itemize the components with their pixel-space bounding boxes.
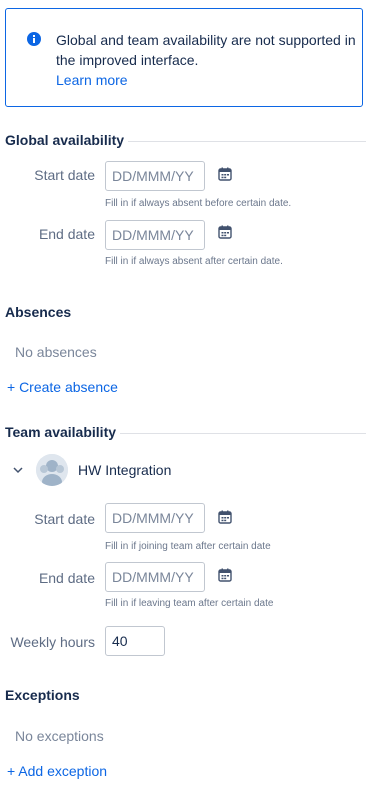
create-absence-link[interactable]: + Create absence bbox=[7, 379, 118, 395]
team-avatar bbox=[36, 454, 68, 486]
team-start-date-input[interactable]: DD/MMM/YY bbox=[105, 503, 205, 533]
team-start-help: Fill in if joining team after certain da… bbox=[105, 541, 271, 552]
absences-empty: No absences bbox=[15, 344, 97, 360]
calendar-icon[interactable] bbox=[218, 167, 232, 181]
team-end-help: Fill in if leaving team after certain da… bbox=[105, 598, 274, 609]
exceptions-empty: No exceptions bbox=[15, 728, 104, 744]
calendar-icon[interactable] bbox=[218, 510, 232, 524]
global-start-date-input[interactable]: DD/MMM/YY bbox=[105, 161, 205, 191]
calendar-icon[interactable] bbox=[218, 568, 232, 582]
team-divider bbox=[120, 433, 366, 434]
team-start-label: Start date bbox=[34, 511, 95, 527]
absences-title: Absences bbox=[5, 304, 72, 320]
learn-more-link[interactable]: Learn more bbox=[56, 72, 128, 88]
banner-message: Global and team availability are not sup… bbox=[56, 30, 356, 90]
global-end-date-input[interactable]: DD/MMM/YY bbox=[105, 220, 205, 250]
banner-message-text: Global and team availability are not sup… bbox=[56, 32, 356, 68]
global-end-help: Fill in if always absent after certain d… bbox=[105, 256, 283, 267]
chevron-down-icon[interactable] bbox=[13, 466, 23, 474]
team-end-label: End date bbox=[38, 570, 95, 586]
global-end-label: End date bbox=[38, 226, 95, 242]
exceptions-title: Exceptions bbox=[5, 687, 80, 703]
weekly-hours-label: Weekly hours bbox=[10, 634, 95, 650]
global-availability-title: Global availability bbox=[5, 132, 125, 148]
team-end-date-input[interactable]: DD/MMM/YY bbox=[105, 562, 205, 592]
global-start-help: Fill in if always absent before certain … bbox=[105, 198, 292, 209]
calendar-icon[interactable] bbox=[218, 225, 232, 239]
add-exception-link[interactable]: + Add exception bbox=[7, 763, 107, 779]
team-name: HW Integration bbox=[78, 462, 172, 478]
team-availability-title: Team availability bbox=[5, 424, 117, 440]
info-icon bbox=[27, 32, 41, 46]
team-avatar-icon bbox=[36, 454, 68, 486]
global-start-label: Start date bbox=[34, 167, 95, 183]
global-divider bbox=[128, 141, 366, 142]
weekly-hours-input[interactable]: 40 bbox=[105, 626, 165, 656]
